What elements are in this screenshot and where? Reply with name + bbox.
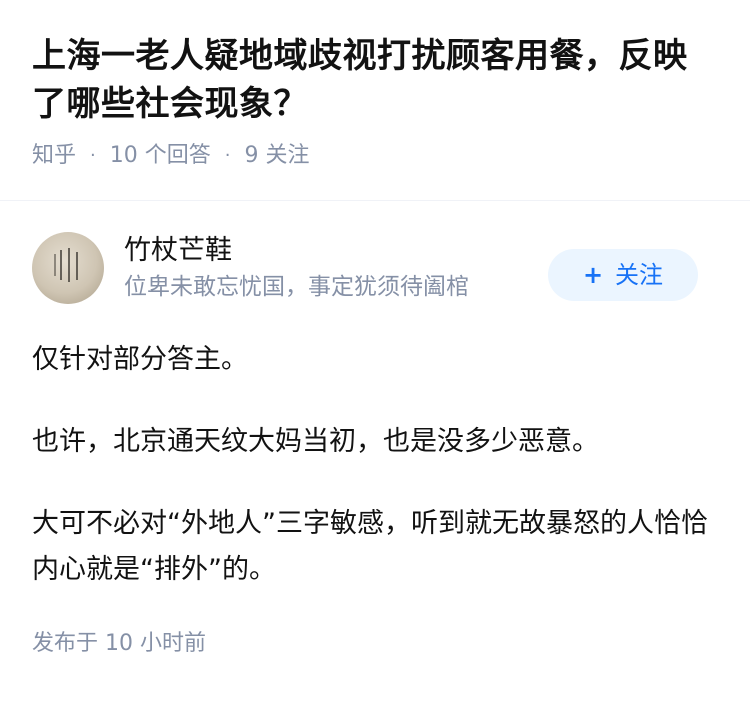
separator-dot: ·: [224, 145, 231, 166]
answer-paragraph: 仅针对部分答主。: [32, 344, 248, 375]
calligraphy-stroke: [54, 254, 56, 276]
answer-paragraph: 大可不必对“外地人”三字敏感，听到就无故暴怒的人恰恰内心就是“排外”的。: [32, 508, 708, 585]
author-bio: 位卑未敢忘忧国，事定犹须待阖棺: [124, 274, 469, 300]
avatar[interactable]: [32, 232, 104, 304]
follower-count: 9 关注: [244, 143, 310, 168]
author-info: 竹杖芒鞋 位卑未敢忘忧国，事定犹须待阖棺: [124, 233, 469, 303]
answer-count[interactable]: 10 个回答: [110, 142, 211, 170]
calligraphy-stroke: [76, 252, 78, 280]
answer-content: 仅针对部分答主。 也许，北京通天纹大妈当初，也是没多少恶意。 大可不必对“外地人…: [32, 337, 718, 593]
publish-time: 发布于 10 小时前: [32, 631, 206, 656]
answer-page: 上海一老人疑地域歧视打扰顾客用餐，反映了哪些社会现象？ 知乎 · 10 个回答 …: [0, 0, 750, 706]
calligraphy-stroke: [60, 250, 62, 280]
answer-paragraph: 也许，北京通天纹大妈当初，也是没多少恶意。: [32, 426, 599, 457]
follow-button[interactable]: + 关注: [548, 249, 698, 301]
plus-icon: +: [582, 261, 604, 289]
separator-dot: ·: [90, 145, 96, 166]
question-meta: 知乎 · 10 个回答 · 9 关注: [32, 142, 718, 170]
author-name[interactable]: 竹杖芒鞋: [124, 233, 469, 269]
calligraphy-stroke: [68, 248, 70, 282]
source-label[interactable]: 知乎: [32, 142, 76, 170]
answer-card: 竹杖芒鞋 位卑未敢忘忧国，事定犹须待阖棺 + 关注 仅针对部分答主。 也许，北京通…: [0, 201, 750, 659]
question-header: 上海一老人疑地域歧视打扰顾客用餐，反映了哪些社会现象？ 知乎 · 10 个回答 …: [0, 0, 750, 168]
question-title[interactable]: 上海一老人疑地域歧视打扰顾客用餐，反映了哪些社会现象？: [32, 32, 718, 128]
author-row: 竹杖芒鞋 位卑未敢忘忧国，事定犹须待阖棺 + 关注: [32, 201, 718, 331]
follow-label: 关注: [615, 261, 664, 289]
